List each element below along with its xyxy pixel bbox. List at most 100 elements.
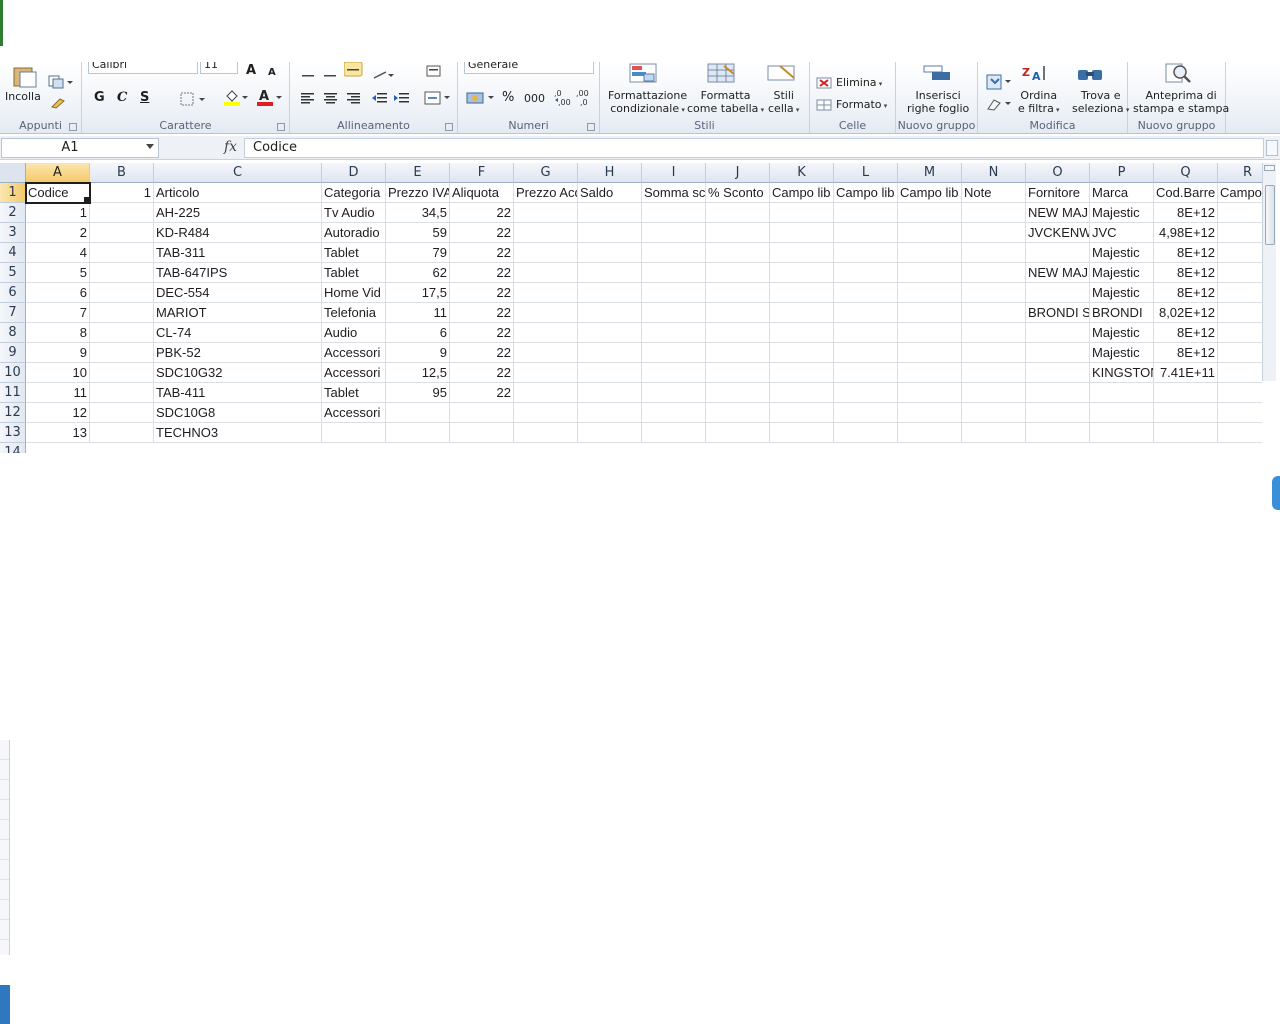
cell-n4[interactable]	[962, 243, 1026, 263]
cell-n1[interactable]: Note	[962, 183, 1026, 203]
cell-h6[interactable]	[578, 283, 642, 303]
cell-o1[interactable]: Fornitore	[1026, 183, 1090, 203]
cell-k2[interactable]	[770, 203, 834, 223]
cell-f3[interactable]: 22	[450, 223, 514, 243]
cell-m2[interactable]	[898, 203, 962, 223]
cell-b10[interactable]	[90, 363, 154, 383]
cell-f8[interactable]: 22	[450, 323, 514, 343]
column-header-g[interactable]: G	[514, 163, 578, 183]
thousands-button[interactable]: 000	[524, 92, 545, 105]
cell-l3[interactable]	[834, 223, 898, 243]
cell-e2[interactable]: 34,5	[386, 203, 450, 223]
cell-g4[interactable]	[514, 243, 578, 263]
cell-i6[interactable]	[642, 283, 706, 303]
column-header-c[interactable]: C	[154, 163, 322, 183]
cell-m10[interactable]	[898, 363, 962, 383]
cell-c10[interactable]: SDC10G32	[154, 363, 322, 383]
grow-font-icon[interactable]: A	[246, 64, 256, 77]
cell-r4[interactable]	[1218, 243, 1262, 263]
cell-n7[interactable]	[962, 303, 1026, 323]
column-header-h[interactable]: H	[578, 163, 642, 183]
cell-m13[interactable]	[898, 423, 962, 443]
cell-p12[interactable]	[1090, 403, 1154, 423]
cell-b1[interactable]: 1	[90, 183, 154, 203]
cell-f10[interactable]: 22	[450, 363, 514, 383]
cell-a7[interactable]: 7	[26, 303, 90, 323]
cell-d9[interactable]: Accessori	[322, 343, 386, 363]
cell-q7[interactable]: 8,02E+12	[1154, 303, 1218, 323]
cell-a6[interactable]: 6	[26, 283, 90, 303]
column-header-r[interactable]: R	[1218, 163, 1262, 183]
cell-p13[interactable]	[1090, 423, 1154, 443]
row-header-1[interactable]: 1	[0, 183, 26, 203]
cell-a11[interactable]: 11	[26, 383, 90, 403]
cell-i5[interactable]	[642, 263, 706, 283]
cell-h12[interactable]	[578, 403, 642, 423]
row-header-4[interactable]: 4	[0, 243, 26, 263]
cell-d11[interactable]: Tablet	[322, 383, 386, 403]
increase-indent-icon[interactable]	[394, 90, 410, 109]
conditional-format-icon[interactable]	[628, 62, 660, 88]
cell-n9[interactable]	[962, 343, 1026, 363]
cell-g8[interactable]	[514, 323, 578, 343]
cell-o11[interactable]	[1026, 383, 1090, 403]
cell-c4[interactable]: TAB-311	[154, 243, 322, 263]
cell-r9[interactable]	[1218, 343, 1262, 363]
fill-color-icon[interactable]	[223, 88, 249, 110]
cell-b13[interactable]	[90, 423, 154, 443]
cell-k12[interactable]	[770, 403, 834, 423]
cell-r10[interactable]	[1218, 363, 1262, 383]
cell-e8[interactable]: 6	[386, 323, 450, 343]
cell-j11[interactable]	[706, 383, 770, 403]
row-header-7[interactable]: 7	[0, 303, 26, 323]
cell-p3[interactable]: JVC	[1090, 223, 1154, 243]
column-header-f[interactable]: F	[450, 163, 514, 183]
expand-formula-bar-button[interactable]	[1266, 140, 1278, 156]
cell-r8[interactable]	[1218, 323, 1262, 343]
cell-k6[interactable]	[770, 283, 834, 303]
row-header-14[interactable]: 14	[0, 443, 26, 453]
cell-h11[interactable]	[578, 383, 642, 403]
cell-o9[interactable]	[1026, 343, 1090, 363]
font-name-box[interactable]: Calibri	[88, 62, 198, 74]
cell-m12[interactable]	[898, 403, 962, 423]
column-header-j[interactable]: J	[706, 163, 770, 183]
cell-b3[interactable]	[90, 223, 154, 243]
wrap-text-icon[interactable]	[426, 62, 442, 81]
row-header-8[interactable]: 8	[0, 323, 26, 343]
cell-o7[interactable]: BRONDI S	[1026, 303, 1090, 323]
formula-input[interactable]: Codice	[244, 138, 1264, 158]
cell-b6[interactable]	[90, 283, 154, 303]
cell-l2[interactable]	[834, 203, 898, 223]
cell-f1[interactable]: Aliquota	[450, 183, 514, 203]
cell-b11[interactable]	[90, 383, 154, 403]
cell-l5[interactable]	[834, 263, 898, 283]
cell-f13[interactable]	[450, 423, 514, 443]
cell-e13[interactable]	[386, 423, 450, 443]
cell-c13[interactable]: TECHNO3	[154, 423, 322, 443]
clear-icon[interactable]	[986, 96, 1014, 115]
cell-h13[interactable]	[578, 423, 642, 443]
select-all-button[interactable]	[0, 163, 26, 183]
cell-g10[interactable]	[514, 363, 578, 383]
name-box-dropdown-icon[interactable]	[146, 144, 154, 149]
cell-m7[interactable]	[898, 303, 962, 323]
row-header-3[interactable]: 3	[0, 223, 26, 243]
format-button[interactable]: Formato ▾	[836, 98, 887, 113]
conditional-format-button[interactable]: Formattazione condizionale ▾	[608, 89, 687, 117]
cell-k11[interactable]	[770, 383, 834, 403]
paste-button[interactable]: Incolla	[5, 90, 41, 103]
cell-n11[interactable]	[962, 383, 1026, 403]
cell-p7[interactable]: BRONDI	[1090, 303, 1154, 323]
cell-a12[interactable]: 12	[26, 403, 90, 423]
cell-i2[interactable]	[642, 203, 706, 223]
cell-h1[interactable]: Saldo	[578, 183, 642, 203]
scroll-thumb[interactable]	[1265, 185, 1275, 245]
cell-b12[interactable]	[90, 403, 154, 423]
format-as-table-button[interactable]: Formatta come tabella ▾	[687, 89, 764, 117]
cell-h5[interactable]	[578, 263, 642, 283]
cell-q10[interactable]: 7.41E+11	[1154, 363, 1218, 383]
find-select-icon[interactable]	[1076, 64, 1106, 86]
autosum-icon[interactable]	[986, 74, 1014, 94]
cell-g2[interactable]	[514, 203, 578, 223]
